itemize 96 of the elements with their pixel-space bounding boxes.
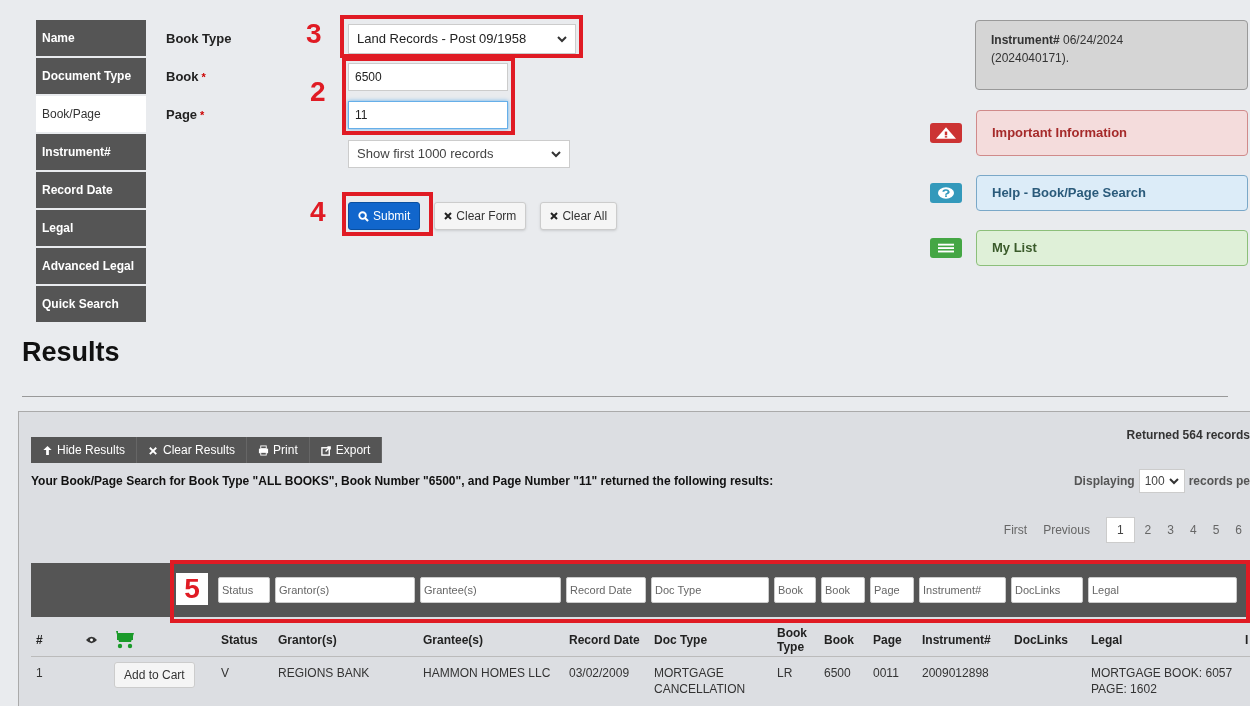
field-label: Page: [166, 106, 198, 125]
pagination-link[interactable]: 4: [1181, 517, 1205, 543]
close-icon: [148, 444, 160, 456]
column-header: Status: [220, 632, 259, 647]
list-icon: [930, 238, 962, 258]
pagination-link[interactable]: Previous: [1035, 517, 1098, 543]
close-icon: [550, 212, 559, 220]
clear-button[interactable]: Clear Form: [434, 202, 527, 230]
field-label: Book Type: [166, 30, 232, 49]
filter-field[interactable]: Page: [870, 577, 914, 603]
search-summary: Your Book/Page Search for Book Type "ALL BOOKS", Book Number "6500", and Page Number "11" returned the following results:: [31, 473, 774, 490]
pagination-link[interactable]: 3: [1159, 517, 1182, 543]
filter-field[interactable]: Doc Type: [651, 577, 769, 603]
column-header: Book Type: [776, 625, 808, 654]
table-cell-text: HAMMON HOMES LLC: [422, 665, 552, 681]
toolbar-button[interactable]: Print: [247, 437, 310, 463]
field-label: Book: [166, 68, 199, 87]
toolbar-button[interactable]: Hide Results: [31, 437, 138, 463]
warning-icon: [930, 123, 962, 143]
record-count: Returned 564 records: [1126, 427, 1250, 444]
column-header: Record Date: [568, 632, 641, 647]
filter-field[interactable]: Legal: [1088, 577, 1237, 603]
export-icon: [320, 444, 332, 456]
info-panel[interactable]: Important Information: [976, 110, 1248, 156]
filter-field[interactable]: Grantor(s): [275, 577, 415, 603]
table-cell-text: MORTGAGE CANCELLATION: [653, 665, 747, 697]
book-input[interactable]: 6500: [348, 63, 508, 91]
pagination-link[interactable]: 2: [1136, 517, 1160, 543]
table-cell-text: LR: [776, 665, 794, 681]
instrument-notice: Instrument# 06/24/2024 (2024040171).: [975, 20, 1248, 90]
close-icon: [444, 212, 453, 220]
displaying-label: Displaying: [1073, 473, 1135, 490]
pagination-link[interactable]: First: [995, 517, 1036, 543]
pagination-link[interactable]: 6: [1227, 517, 1250, 543]
filter-field[interactable]: DocLinks: [1011, 577, 1083, 603]
caret-icon: [551, 150, 561, 158]
page-size-select[interactable]: 100: [1138, 469, 1185, 493]
column-header: I: [1244, 632, 1250, 647]
page-input[interactable]: 11: [348, 101, 508, 129]
filter-field[interactable]: Grantee(s): [420, 577, 561, 603]
table-cell-text: V: [220, 665, 230, 681]
pagination-link[interactable]: 1: [1105, 517, 1135, 543]
table-cell-text: 03/02/2009: [568, 665, 631, 681]
column-header: Page: [872, 632, 903, 647]
toolbar-button[interactable]: Clear Results: [137, 437, 248, 463]
nav-tab[interactable]: Legal: [36, 210, 146, 246]
annotation-number: 4: [310, 196, 326, 228]
displaying-suffix: records pe: [1188, 473, 1250, 490]
table-cell-text: REGIONS BANK: [277, 665, 371, 681]
eye-icon: [86, 635, 97, 644]
nav-tab[interactable]: Book/Page: [36, 96, 146, 132]
clear-button[interactable]: Clear All: [540, 202, 618, 230]
column-header: Legal: [1090, 632, 1124, 647]
column-header: Instrument#: [921, 632, 992, 647]
column-header: #: [35, 632, 44, 647]
filter-field[interactable]: Instrument#: [919, 577, 1006, 603]
column-header: Book: [823, 632, 855, 647]
search-icon: [358, 210, 369, 222]
submit-button[interactable]: Submit: [348, 202, 421, 230]
nav-tab[interactable]: Quick Search: [36, 286, 146, 322]
results-heading: Results: [22, 336, 120, 369]
help-icon: [930, 183, 962, 203]
toolbar-button[interactable]: Export: [309, 437, 383, 463]
filter-field[interactable]: Book: [821, 577, 865, 603]
column-header: DocLinks: [1013, 632, 1069, 647]
pagination-link[interactable]: 5: [1204, 517, 1228, 543]
info-panel[interactable]: My List: [976, 230, 1248, 266]
required-mark: *: [201, 69, 206, 85]
nav-tab[interactable]: Record Date: [36, 172, 146, 208]
column-header: Grantor(s): [277, 632, 338, 647]
nav-tab[interactable]: Advanced Legal: [36, 248, 146, 284]
printer-icon: [258, 444, 270, 456]
table-cell-text: 0011: [872, 665, 900, 681]
nav-tab[interactable]: Document Type: [36, 58, 146, 94]
filter-field[interactable]: Record Date: [566, 577, 646, 603]
filter-field[interactable]: Status: [218, 577, 270, 603]
table-cell-text: 2009012898: [921, 665, 990, 681]
column-header: Doc Type: [653, 632, 709, 647]
arrow-up-icon: [42, 444, 53, 456]
table-cell-text: 1: [35, 665, 44, 681]
info-panel[interactable]: Help - Book/Page Search: [976, 175, 1248, 211]
table-cell-text: 6500: [823, 665, 852, 681]
nav-tab[interactable]: Name: [36, 20, 146, 56]
book-type-select[interactable]: Land Records - Post 09/1958: [348, 24, 576, 54]
required-mark: *: [200, 107, 205, 123]
caret-icon: [557, 35, 567, 43]
annotation-number: 2: [310, 76, 326, 108]
nav-tab[interactable]: Instrument#: [36, 134, 146, 170]
column-header: Grantee(s): [422, 632, 485, 647]
record-limit-select[interactable]: Show first 1000 records: [348, 140, 570, 168]
annotation-number: 5: [176, 573, 208, 605]
annotation-number: 3: [306, 18, 322, 50]
filter-field[interactable]: Book: [774, 577, 816, 603]
add-to-cart-button[interactable]: Add to Cart: [114, 662, 195, 688]
caret-icon: [1168, 477, 1179, 485]
table-cell-text: MORTGAGE BOOK: 6057 PAGE: 1602: [1090, 665, 1234, 697]
